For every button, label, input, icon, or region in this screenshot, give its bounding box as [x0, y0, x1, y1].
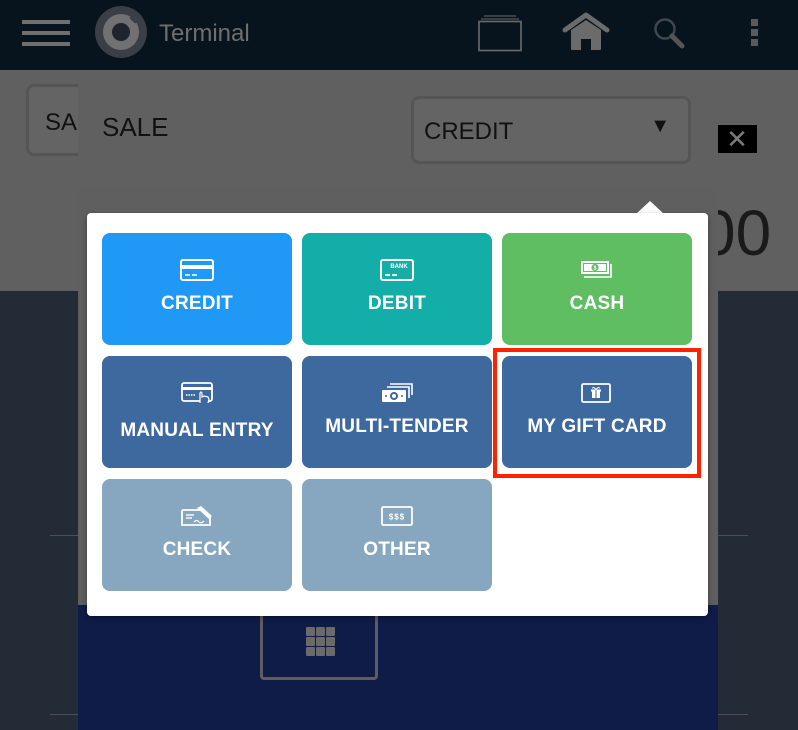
other-icon-text: $$$	[389, 513, 405, 522]
tender-debit[interactable]: BANK DEBIT	[302, 233, 492, 345]
svg-text:$: $	[594, 266, 597, 272]
divider	[718, 535, 748, 536]
app-logo	[95, 6, 147, 58]
gift-card-icon	[581, 383, 611, 403]
tender-label: CREDIT	[161, 293, 233, 314]
tabs-icon[interactable]	[478, 14, 522, 52]
tender-cash[interactable]: $ CASH	[502, 233, 692, 345]
sale-dialog-title: SALE	[102, 112, 169, 142]
payment-type-value: CREDIT	[424, 118, 514, 145]
tender-other[interactable]: $$$ OTHER	[302, 479, 492, 591]
tender-label: CHECK	[162, 539, 232, 560]
screen: Terminal SALE 00 ✕ SA	[0, 0, 798, 730]
sale-dialog-footer	[78, 605, 718, 730]
divider	[50, 535, 80, 536]
check-icon	[181, 506, 212, 526]
app-bar: Terminal	[0, 0, 798, 70]
tender-manual-entry[interactable]: MANUAL ENTRY	[102, 356, 292, 468]
tender-label: OTHER	[363, 539, 431, 560]
tender-multi-tender[interactable]: MULTI-TENDER	[302, 356, 492, 468]
other-icon: $$$	[381, 506, 413, 526]
menu-icon[interactable]	[22, 20, 70, 46]
tender-my-gift-card[interactable]: MY GIFT CARD	[502, 356, 692, 468]
more-vert-icon[interactable]	[749, 18, 761, 48]
payment-type-select[interactable]: CREDIT ▼	[411, 96, 691, 164]
tender-label: MY GIFT CARD	[527, 416, 667, 437]
keypad-icon	[306, 627, 336, 657]
bank-card-icon: BANK	[380, 259, 414, 281]
divider	[50, 714, 80, 715]
tender-label: CASH	[569, 293, 625, 314]
bank-text: BANK	[390, 264, 408, 270]
tender-label: DEBIT	[368, 293, 426, 314]
multi-tender-icon	[382, 383, 413, 402]
home-icon[interactable]	[562, 12, 610, 52]
credit-card-icon	[180, 259, 214, 281]
close-button[interactable]: ✕	[717, 125, 757, 153]
search-icon[interactable]	[652, 16, 686, 50]
tender-label: MULTI-TENDER	[325, 416, 469, 437]
keypad-button[interactable]	[260, 610, 378, 680]
tender-label: MANUAL ENTRY	[120, 420, 274, 441]
divider	[718, 714, 748, 715]
tender-credit[interactable]: CREDIT	[102, 233, 292, 345]
cash-icon: $	[581, 261, 612, 278]
sale-dialog-header: SALE CREDIT ▼	[78, 70, 718, 186]
dropdown-arrow-icon: ▼	[650, 115, 670, 137]
app-title: Terminal	[159, 20, 250, 47]
manual-entry-icon	[181, 382, 213, 404]
tender-check[interactable]: CHECK	[102, 479, 292, 591]
